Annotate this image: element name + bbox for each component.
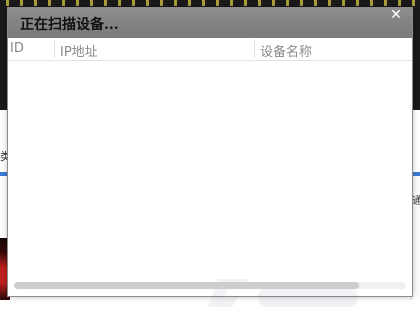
column-header-ip[interactable]: IP地址 <box>60 41 98 60</box>
scan-devices-dialog: 正在扫描设备... ✕ ID IP地址 设备名称 <box>8 6 412 307</box>
dialog-titlebar[interactable]: 正在扫描设备... ✕ <box>8 6 412 38</box>
watermark-logo <box>208 279 358 307</box>
column-header-id[interactable]: ID <box>10 41 24 56</box>
close-button[interactable]: ✕ <box>383 6 409 24</box>
device-table-header: ID IP地址 设备名称 <box>8 38 412 61</box>
background-header-pattern <box>0 0 420 6</box>
column-header-device-name[interactable]: 设备名称 <box>260 41 312 60</box>
column-divider[interactable] <box>54 40 55 58</box>
device-list[interactable] <box>8 61 412 307</box>
horizontal-scrollbar[interactable] <box>14 282 406 289</box>
dialog-title: 正在扫描设备... <box>20 17 119 33</box>
close-icon: ✕ <box>390 7 402 23</box>
scrollbar-thumb[interactable] <box>14 282 359 289</box>
background-right-label: 通 <box>412 196 420 207</box>
column-divider[interactable] <box>254 40 255 58</box>
